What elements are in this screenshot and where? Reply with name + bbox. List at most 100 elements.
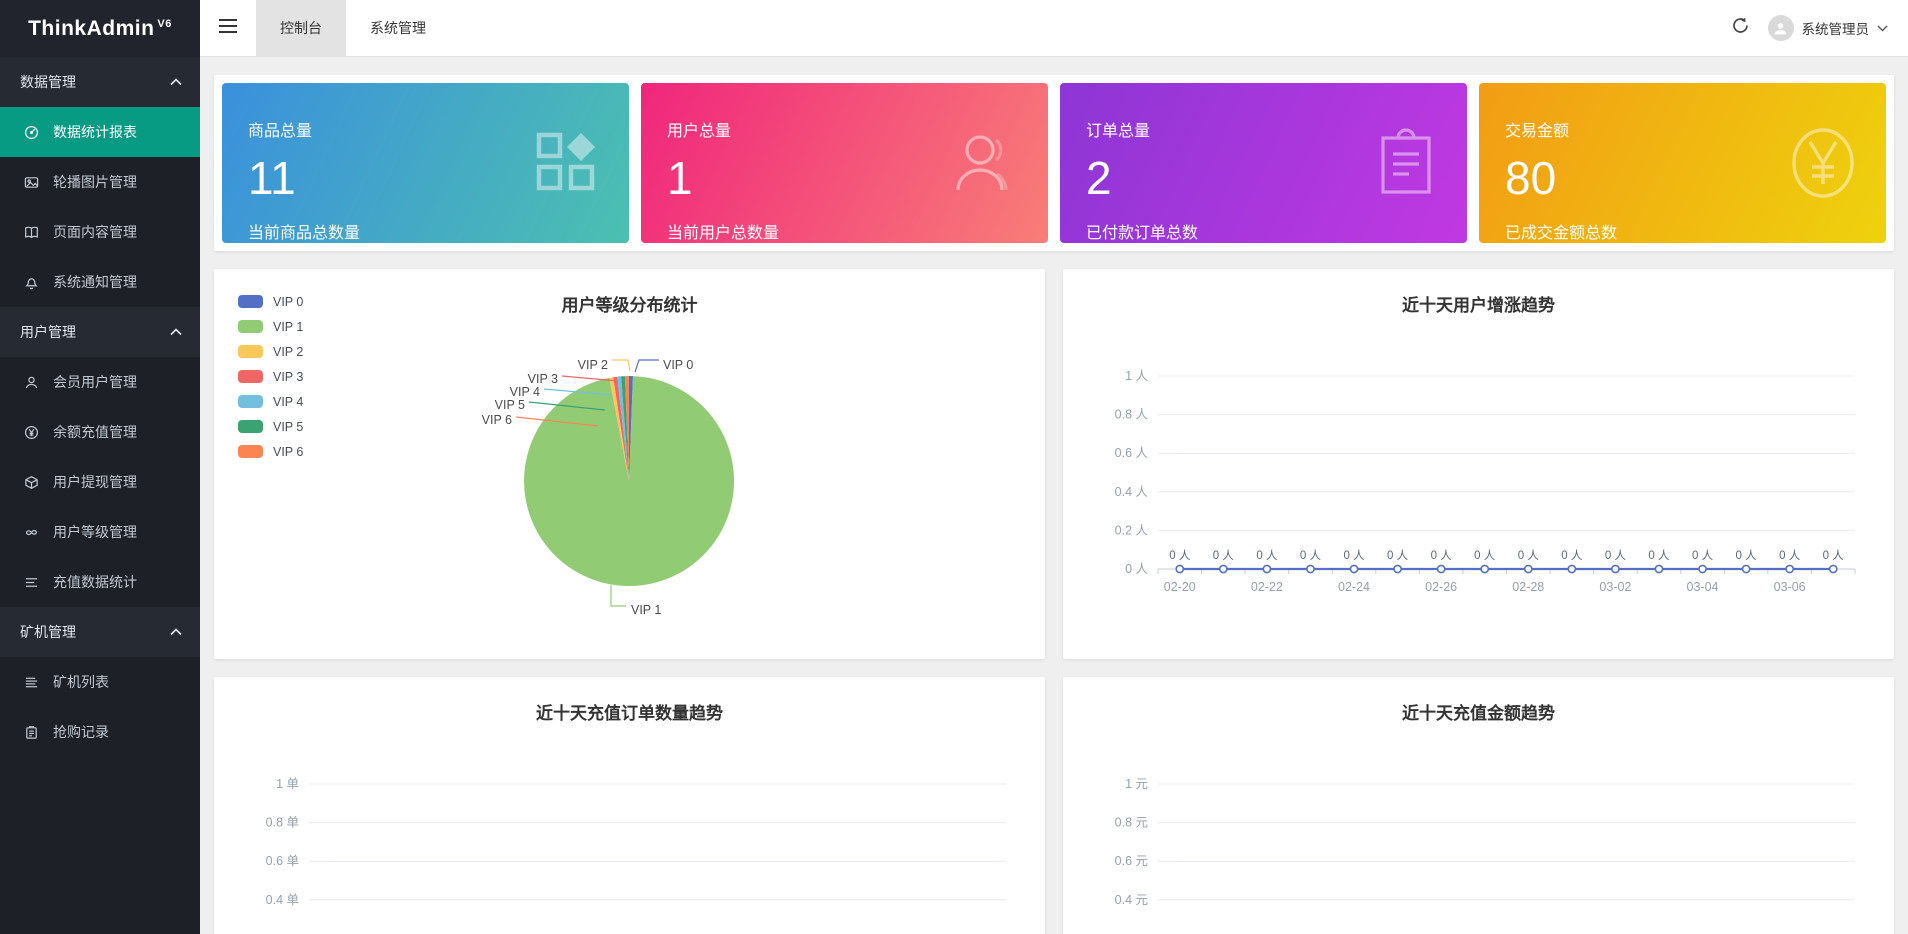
stats-panel: 商品总量11当前商品总数量用户总量1当前用户总数量订单总量2已付款订单总数交易金… xyxy=(214,75,1894,251)
y-tick-label: 0 人 xyxy=(1125,562,1148,576)
chart-title: 用户等级分布统计 xyxy=(562,295,698,315)
point-label: 0 人 xyxy=(1518,549,1540,562)
data-point[interactable] xyxy=(1655,565,1662,572)
sidebar-item[interactable]: 充值数据统计 xyxy=(0,557,200,607)
data-point[interactable] xyxy=(1568,565,1575,572)
hamburger-icon xyxy=(219,19,237,38)
menu-toggle-button[interactable] xyxy=(200,0,256,56)
sidebar-item[interactable]: 余额充值管理 xyxy=(0,407,200,457)
stat-card: 用户总量1当前用户总数量 xyxy=(641,83,1048,243)
data-point[interactable] xyxy=(1742,565,1749,572)
y-tick-label: 0.8 人 xyxy=(1115,408,1149,422)
legend-item[interactable]: VIP 3 xyxy=(238,364,303,389)
topbar-tabs: 控制台系统管理 xyxy=(256,0,450,56)
y-tick-label: 0.8 元 xyxy=(1115,816,1148,830)
y-tick-label: 0.6 人 xyxy=(1115,446,1149,460)
data-point[interactable] xyxy=(1307,565,1314,572)
data-point[interactable] xyxy=(1699,565,1706,572)
list-icon xyxy=(24,675,46,690)
y-tick-label: 1 单 xyxy=(276,777,299,791)
legend-item[interactable]: VIP 0 xyxy=(238,289,303,314)
carousel-icon xyxy=(24,175,46,190)
sidebar-group-header-2[interactable]: 矿机管理 xyxy=(0,607,200,657)
data-point[interactable] xyxy=(1612,565,1619,572)
refresh-button[interactable] xyxy=(1731,16,1750,40)
cube-icon xyxy=(24,475,46,490)
topbar-right: 系统管理员 xyxy=(1731,0,1908,56)
avatar xyxy=(1768,15,1794,41)
data-point[interactable] xyxy=(1786,565,1793,572)
data-point[interactable] xyxy=(1830,565,1837,572)
stat-card: 交易金额80已成交金额总数 xyxy=(1479,83,1886,243)
sidebar-item[interactable]: 轮播图片管理 xyxy=(0,157,200,207)
data-point[interactable] xyxy=(1350,565,1357,572)
components-icon xyxy=(535,131,599,195)
gauge-icon xyxy=(24,125,46,140)
user_trend-chart[interactable]: 近十天用户增涨趋势1 人0.8 人0.6 人0.4 人0.2 人0 人0 人02… xyxy=(1063,269,1894,659)
x-tick-label: 03-06 xyxy=(1774,580,1806,594)
data-point[interactable] xyxy=(1176,565,1183,572)
sidebar-item-label: 用户等级管理 xyxy=(53,522,137,542)
tab-1[interactable]: 系统管理 xyxy=(346,0,450,56)
pie-label: VIP 2 xyxy=(578,358,608,372)
data-point[interactable] xyxy=(1394,565,1401,572)
point-label: 0 人 xyxy=(1605,549,1627,562)
sidebar-group-header-0[interactable]: 数据管理 xyxy=(0,57,200,107)
sidebar-item[interactable]: 数据统计报表 xyxy=(0,107,200,157)
data-point[interactable] xyxy=(1481,565,1488,572)
data-point[interactable] xyxy=(1438,565,1445,572)
sidebar-item[interactable]: 矿机列表 xyxy=(0,657,200,707)
sidebar-item[interactable]: 用户等级管理 xyxy=(0,507,200,557)
point-label: 0 人 xyxy=(1213,549,1235,562)
data-point[interactable] xyxy=(1525,565,1532,572)
legend-item[interactable]: VIP 5 xyxy=(238,414,303,439)
pie-label-line xyxy=(635,360,659,372)
sidebar-item[interactable]: 会员用户管理 xyxy=(0,357,200,407)
legend-swatch xyxy=(238,395,263,408)
stat-card-subtitle: 当前商品总数量 xyxy=(248,219,603,243)
tab-0[interactable]: 控制台 xyxy=(256,0,346,56)
clipboard-icon xyxy=(24,725,46,740)
sidebar-item[interactable]: 用户提现管理 xyxy=(0,457,200,507)
legend-label: VIP 3 xyxy=(273,370,303,384)
vip-pie-chart-card: VIP 0VIP 1VIP 2VIP 3VIP 4VIP 5VIP 6用户等级分… xyxy=(214,269,1045,659)
legend-swatch xyxy=(238,320,263,333)
data-point[interactable] xyxy=(1263,565,1270,572)
legend-item[interactable]: VIP 1 xyxy=(238,314,303,339)
chevron-up-icon xyxy=(170,78,182,86)
y-tick-label: 0.4 单 xyxy=(266,893,299,907)
point-label: 0 人 xyxy=(1779,549,1801,562)
username: 系统管理员 xyxy=(1802,18,1870,38)
rows-icon xyxy=(24,575,46,590)
legend-item[interactable]: VIP 4 xyxy=(238,389,303,414)
sidebar-item[interactable]: 抢购记录 xyxy=(0,707,200,757)
legend-item[interactable]: VIP 2 xyxy=(238,339,303,364)
user-menu[interactable]: 系统管理员 xyxy=(1768,15,1889,41)
sidebar-item[interactable]: 页面内容管理 xyxy=(0,207,200,257)
pie-legend: VIP 0VIP 1VIP 2 VIP 3 VIP 4VIP 5VIP 6 xyxy=(238,289,303,464)
y-tick-label: 1 元 xyxy=(1125,777,1148,791)
brand-logo: ThinkAdminV6 xyxy=(0,0,200,57)
order_trend-chart[interactable]: 近十天充值订单数量趋势1 单0.8 单0.6 单0.4 单 xyxy=(214,677,1045,934)
vip-pie-chart[interactable]: 用户等级分布统计VIP 0VIP 1VIP 2VIP 3VIP 4VIP 5VI… xyxy=(214,269,1045,659)
bell-icon xyxy=(24,275,46,290)
legend-swatch xyxy=(238,295,263,308)
point-label: 0 人 xyxy=(1561,549,1583,562)
legend-item[interactable]: VIP 6 xyxy=(238,439,303,464)
amount_trend-chart[interactable]: 近十天充值金额趋势1 元0.8 元0.6 元0.4 元 xyxy=(1063,677,1894,934)
pie-label: VIP 6 xyxy=(482,413,512,427)
sidebar-group-header-1[interactable]: 用户管理 xyxy=(0,307,200,357)
x-tick-label: 02-26 xyxy=(1425,580,1457,594)
sidebar-item[interactable]: 系统通知管理 xyxy=(0,257,200,307)
chart-row-1: VIP 0VIP 1VIP 2VIP 3VIP 4VIP 5VIP 6用户等级分… xyxy=(214,269,1894,659)
chevron-up-icon xyxy=(170,628,182,636)
point-label: 0 人 xyxy=(1343,549,1365,562)
sidebar-item-label: 系统通知管理 xyxy=(53,272,137,292)
book-icon xyxy=(24,225,46,240)
data-point[interactable] xyxy=(1220,565,1227,572)
legend-swatch xyxy=(238,370,263,383)
sidebar-nav: 数据管理数据统计报表轮播图片管理页面内容管理系统通知管理用户管理会员用户管理余额… xyxy=(0,57,200,757)
stat-card: 商品总量11当前商品总数量 xyxy=(222,83,629,243)
pie-label: VIP 1 xyxy=(631,603,661,617)
brand-text: ThinkAdmin xyxy=(28,17,154,41)
